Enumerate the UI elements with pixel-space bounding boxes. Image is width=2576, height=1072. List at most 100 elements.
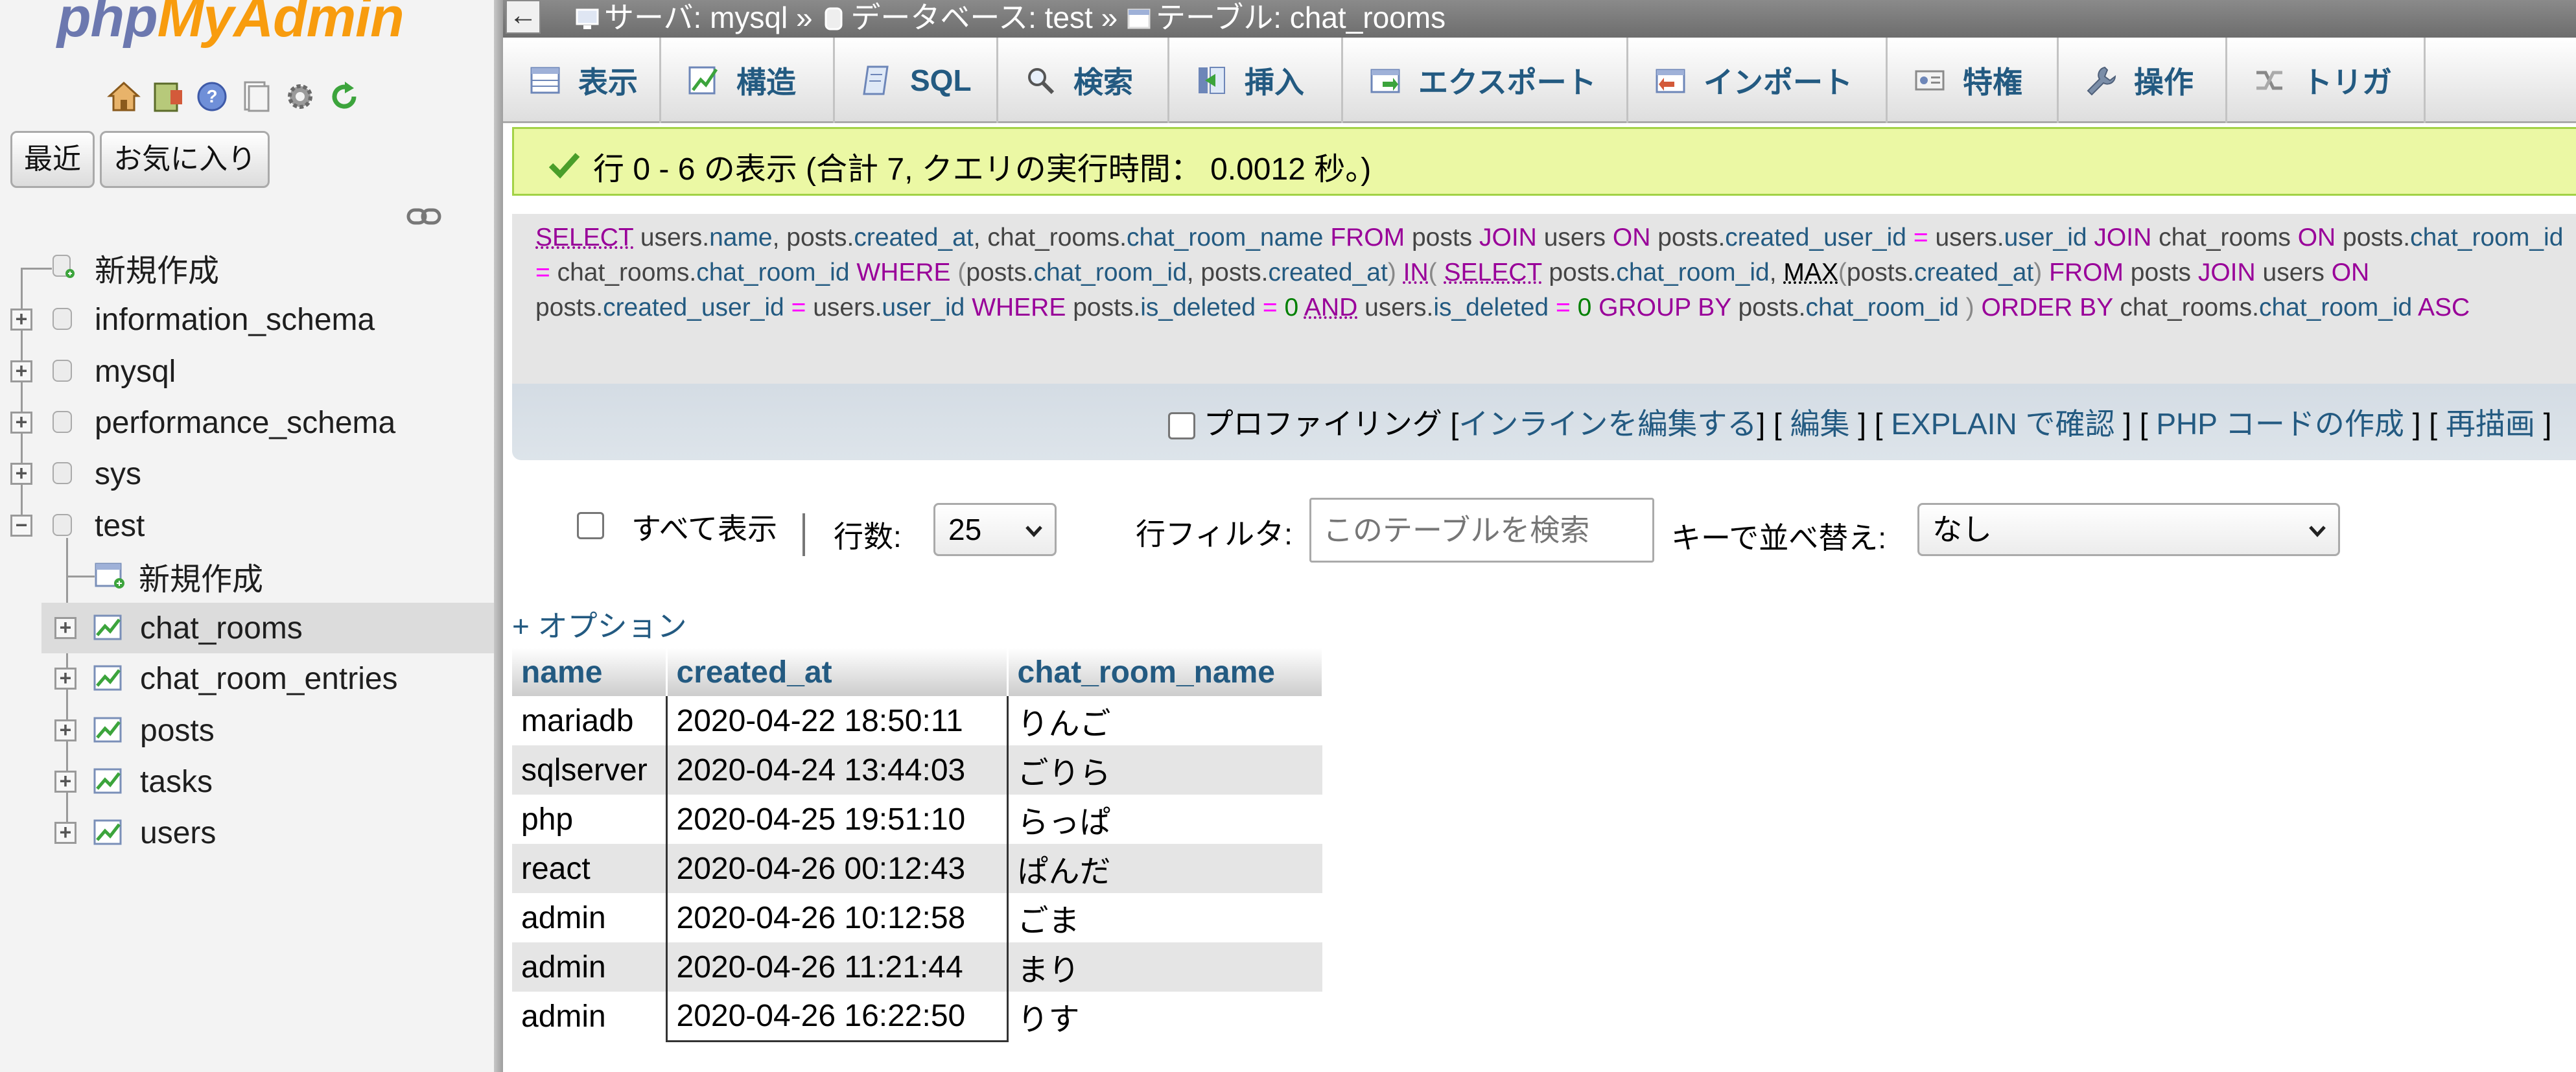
profiling-checkbox[interactable] bbox=[1168, 412, 1195, 439]
cell-name[interactable]: admin bbox=[512, 992, 666, 1041]
tree-item-label: mysql bbox=[95, 354, 176, 389]
import-icon bbox=[1654, 64, 1687, 97]
table-row[interactable]: admin 2020-04-26 11:21:44 まり bbox=[512, 942, 1322, 992]
cell-created-at[interactable]: 2020-04-25 19:51:10 bbox=[665, 795, 1009, 844]
row-filter-input[interactable]: このテーブルを検索 bbox=[1309, 498, 1654, 563]
rows-select-value: 25 bbox=[948, 513, 982, 546]
breadcrumb-server[interactable]: サーバ: mysql bbox=[604, 1, 788, 34]
cell-name[interactable]: php bbox=[512, 795, 666, 844]
expand-icon[interactable]: + bbox=[54, 617, 76, 639]
tree-item-sys[interactable]: + sys bbox=[0, 449, 494, 499]
cell-name[interactable]: admin bbox=[512, 893, 666, 942]
tab-import[interactable]: インポート bbox=[1628, 38, 1888, 123]
tree-item-users[interactable]: + users bbox=[0, 808, 494, 858]
tab-search[interactable]: 検索 bbox=[998, 38, 1169, 123]
tab-structure[interactable]: 構造 bbox=[661, 38, 835, 123]
column-header-created-at[interactable]: created_at bbox=[665, 648, 1009, 696]
tree-item-posts[interactable]: + posts bbox=[0, 705, 494, 756]
phpmyadmin-logo[interactable]: phpMyAdmin bbox=[57, 0, 404, 50]
link-icon[interactable] bbox=[406, 205, 442, 228]
tree-item-test[interactable]: − test bbox=[0, 500, 494, 551]
cell-created-at[interactable]: 2020-04-26 11:21:44 bbox=[665, 942, 1009, 992]
tab-export[interactable]: エクスポート bbox=[1343, 38, 1628, 123]
cell-name[interactable]: admin bbox=[512, 942, 666, 992]
create-php-code-link[interactable]: PHP コードの作成 bbox=[2156, 407, 2404, 441]
exit-icon[interactable] bbox=[148, 76, 188, 117]
table-row[interactable]: admin 2020-04-26 16:22:50 りす bbox=[512, 992, 1322, 1042]
server-icon bbox=[576, 8, 599, 29]
collapse-icon[interactable]: − bbox=[10, 515, 32, 537]
tree-item-new-database[interactable]: 新規作成 bbox=[0, 242, 494, 293]
sql-icon bbox=[861, 64, 893, 97]
table-row[interactable]: mariadb 2020-04-22 18:50:11 りんご bbox=[512, 696, 1322, 745]
sql-query-box[interactable]: SELECT users.name, posts.created_at, cha… bbox=[512, 214, 2576, 384]
tab-privileges[interactable]: 特権 bbox=[1888, 38, 2059, 123]
tree-item-new-table[interactable]: 新規作成 bbox=[0, 551, 494, 601]
tree-item-chat-rooms[interactable]: + chat_rooms bbox=[41, 603, 494, 653]
rows-select[interactable]: 25 bbox=[933, 503, 1057, 556]
cell-name[interactable]: sqlserver bbox=[512, 745, 666, 795]
cell-chat-room-name[interactable]: りんご bbox=[1007, 696, 1322, 745]
cell-name[interactable]: mariadb bbox=[512, 696, 666, 745]
breadcrumb: ← サーバ: mysql » データベース: test » テーブル: chat… bbox=[503, 0, 2576, 38]
tab-operations[interactable]: 操作 bbox=[2059, 38, 2227, 123]
expand-icon[interactable]: + bbox=[10, 360, 32, 382]
expand-icon[interactable]: + bbox=[54, 822, 76, 844]
help-icon[interactable]: ? bbox=[192, 76, 232, 117]
expand-icon[interactable]: + bbox=[54, 668, 76, 690]
table-row[interactable]: react 2020-04-26 00:12:43 ぱんだ bbox=[512, 844, 1322, 893]
column-header-name[interactable]: name bbox=[512, 648, 668, 696]
options-link[interactable]: + オプション bbox=[512, 603, 687, 646]
breadcrumb-links: サーバ: mysql » データベース: test » テーブル: chat_r… bbox=[574, 0, 1446, 35]
cell-created-at[interactable]: 2020-04-26 16:22:50 bbox=[665, 992, 1009, 1042]
table-row[interactable]: admin 2020-04-26 10:12:58 ごま bbox=[512, 893, 1322, 942]
cell-created-at[interactable]: 2020-04-26 10:12:58 bbox=[665, 893, 1009, 942]
cell-created-at[interactable]: 2020-04-24 13:44:03 bbox=[665, 745, 1009, 795]
cell-created-at[interactable]: 2020-04-26 00:12:43 bbox=[665, 844, 1009, 893]
tree-item-tasks[interactable]: + tasks bbox=[0, 756, 494, 807]
cell-name[interactable]: react bbox=[512, 844, 666, 893]
cell-chat-room-name[interactable]: りす bbox=[1007, 992, 1322, 1041]
tree-item-label: performance_schema bbox=[95, 405, 396, 440]
tab-insert[interactable]: 挿入 bbox=[1169, 38, 1343, 123]
breadcrumb-database[interactable]: データベース: test bbox=[850, 1, 1092, 34]
column-header-chat-room-name[interactable]: chat_room_name bbox=[1007, 648, 1324, 696]
tab-browse[interactable]: 表示 bbox=[503, 38, 661, 123]
cell-chat-room-name[interactable]: らっぱ bbox=[1007, 795, 1322, 844]
expand-icon[interactable]: + bbox=[10, 309, 32, 331]
nav-resize-handle[interactable] bbox=[494, 0, 503, 1072]
tree-item-performance-schema[interactable]: + performance_schema bbox=[0, 397, 494, 448]
cell-chat-room-name[interactable]: ごりら bbox=[1007, 745, 1322, 795]
explain-link[interactable]: EXPLAIN で確認 bbox=[1891, 407, 2114, 441]
collapse-nav-arrow-icon[interactable]: ← bbox=[506, 0, 541, 34]
recent-button[interactable]: 最近 bbox=[10, 131, 95, 188]
table-icon bbox=[1127, 8, 1151, 29]
settings-icon[interactable] bbox=[280, 76, 320, 117]
show-all-checkbox[interactable] bbox=[577, 512, 604, 539]
cell-chat-room-name[interactable]: まり bbox=[1007, 942, 1322, 992]
tree-item-chat-room-entries[interactable]: + chat_room_entries bbox=[0, 653, 494, 704]
breadcrumb-table[interactable]: テーブル: chat_rooms bbox=[1156, 1, 1446, 34]
table-row[interactable]: sqlserver 2020-04-24 13:44:03 ごりら bbox=[512, 745, 1322, 795]
results-header-row: name created_at chat_room_name bbox=[512, 648, 1324, 696]
expand-icon[interactable]: + bbox=[54, 719, 76, 741]
table-row[interactable]: php 2020-04-25 19:51:10 らっぱ bbox=[512, 795, 1322, 844]
edit-link[interactable]: 編集 bbox=[1790, 407, 1849, 441]
cell-chat-room-name[interactable]: ぱんだ bbox=[1007, 844, 1322, 893]
cell-created-at[interactable]: 2020-04-22 18:50:11 bbox=[665, 696, 1009, 745]
reload-icon[interactable] bbox=[324, 76, 364, 117]
tree-item-information-schema[interactable]: + information_schema bbox=[0, 294, 494, 345]
expand-icon[interactable]: + bbox=[10, 463, 32, 485]
refresh-link[interactable]: 再描画 bbox=[2446, 407, 2535, 441]
expand-icon[interactable]: + bbox=[54, 771, 76, 793]
cell-chat-room-name[interactable]: ごま bbox=[1007, 893, 1322, 942]
favorites-button[interactable]: お気に入り bbox=[100, 131, 270, 188]
tree-item-mysql[interactable]: + mysql bbox=[0, 346, 494, 397]
inline-edit-link[interactable]: インラインを編集する bbox=[1458, 407, 1757, 441]
expand-icon[interactable]: + bbox=[10, 412, 32, 434]
docs-icon[interactable] bbox=[236, 76, 276, 117]
sort-by-key-select[interactable]: なし bbox=[1917, 503, 2340, 556]
tab-triggers[interactable]: トリガ bbox=[2227, 38, 2426, 123]
home-icon[interactable] bbox=[104, 76, 144, 117]
tab-sql[interactable]: SQL bbox=[835, 38, 998, 123]
